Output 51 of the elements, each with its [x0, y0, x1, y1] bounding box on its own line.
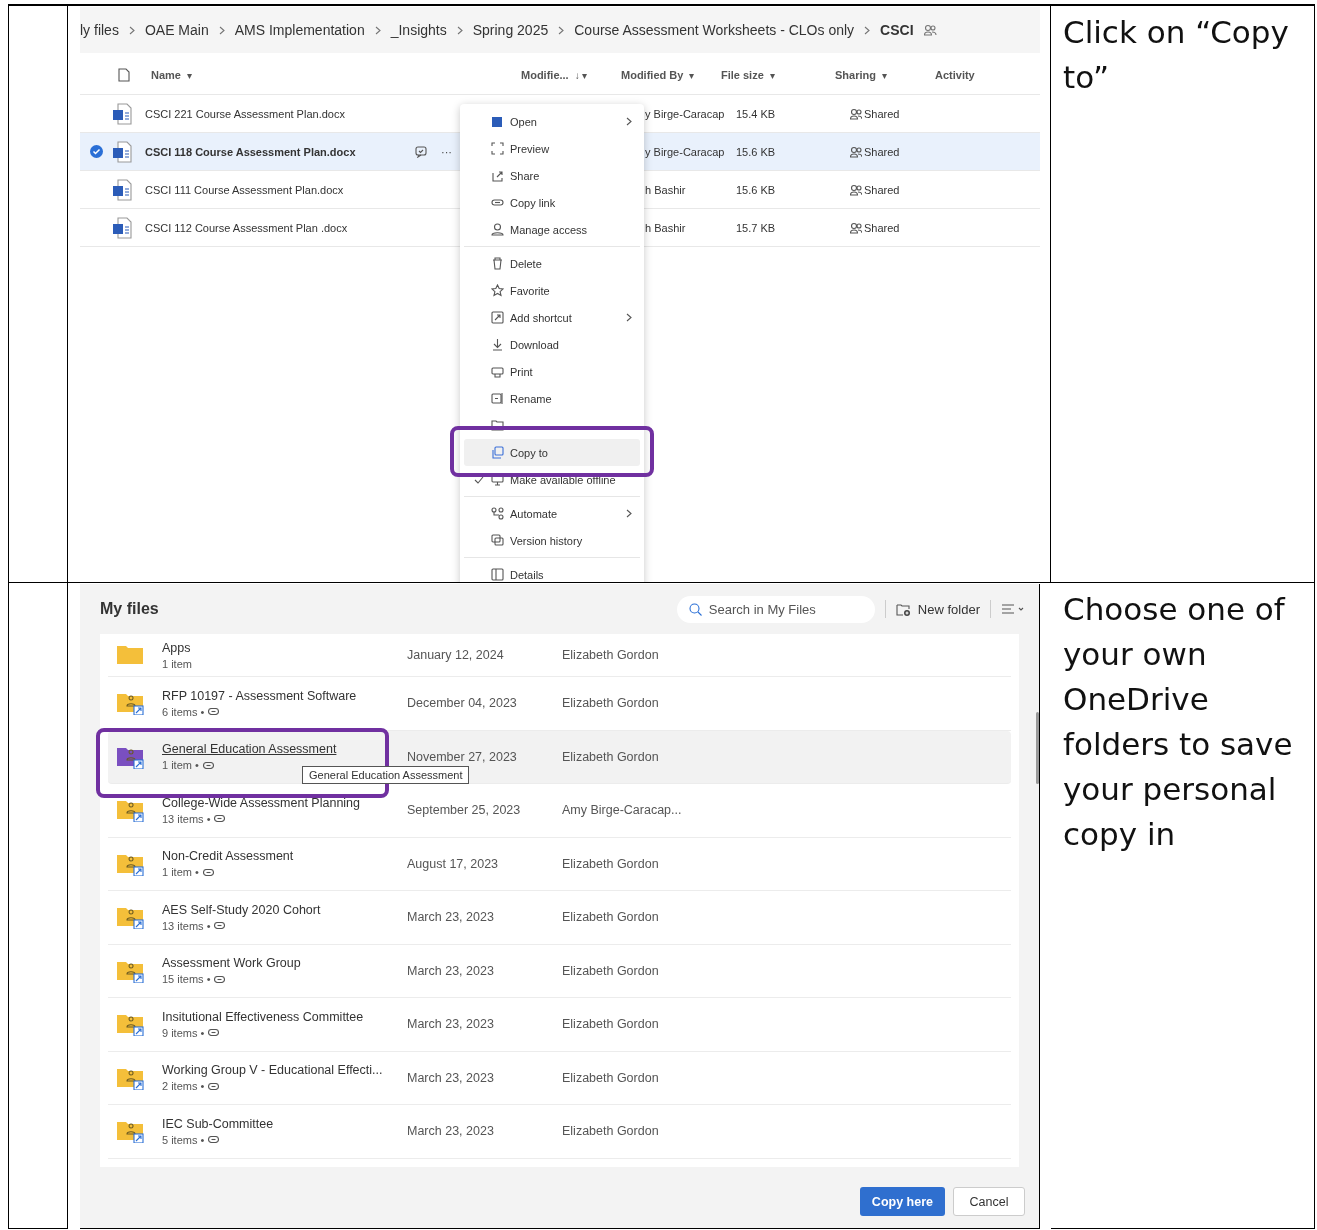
table-cell-text: 15.4 KB	[736, 107, 777, 120]
sharing-status: Shared	[864, 183, 900, 196]
item-count: 13 items •	[162, 812, 211, 825]
table-cell-text: December 04, 2023	[407, 696, 518, 711]
table-cell-text: January 12, 2024	[407, 648, 505, 662]
table-cell-text: h Bashir	[645, 221, 687, 234]
table-cell-text: March 23, 2023	[407, 1070, 495, 1085]
instruction-text: Choose one of your own OneDrive folders to save your personal copy in	[1063, 590, 1294, 854]
item-count: 2 items •	[162, 1080, 205, 1093]
table-cell: Elizabeth Gordon	[562, 696, 659, 711]
table-cell-text: 15.6 KB	[736, 183, 777, 196]
sharing-status: Shared	[864, 221, 900, 234]
table-cell: Elizabeth Gordon	[562, 1017, 659, 1032]
table-cell-text: y Birge-Caracap	[645, 107, 726, 120]
item-count: 5 items •	[162, 1133, 205, 1146]
table-cell: Elizabeth Gordon	[562, 963, 659, 978]
table-cell-text: 15.6 KB	[736, 145, 777, 158]
table-cell-text: September 25, 2023	[407, 803, 522, 818]
table-cell-text: March 23, 2023	[407, 963, 495, 978]
table-cell: Elizabeth Gordon	[562, 910, 659, 925]
table-cell: Elizabeth Gordon	[562, 648, 659, 662]
table-cell-text: August 17, 2023	[407, 856, 500, 871]
item-count: 1 item	[162, 657, 192, 670]
table-cell-text: March 23, 2023	[407, 1124, 495, 1139]
table-cell: Amy Birge-Caracap...	[562, 803, 682, 818]
table-cell-text: h Bashir	[645, 183, 687, 196]
item-count: 15 items •	[162, 973, 211, 986]
table-cell: Elizabeth Gordon	[562, 749, 659, 764]
item-count: 1 item •	[162, 759, 199, 772]
sort-indicator: ▾	[769, 69, 775, 81]
table-cell-text: March 23, 2023	[407, 1017, 495, 1032]
table-cell-text: y Birge-Caracap	[645, 145, 726, 158]
sharing-status: Shared	[864, 107, 900, 120]
sort-indicator: ▾	[881, 69, 887, 81]
item-count: 13 items •	[162, 919, 211, 932]
table-cell: Elizabeth Gordon	[562, 1070, 659, 1085]
item-count: 6 items •	[162, 705, 205, 718]
item-count: 1 item •	[162, 866, 199, 879]
table-cell-text: March 23, 2023	[407, 910, 495, 925]
sort-indicator: ↓ ▾	[574, 69, 588, 81]
instruction-text: Click on “Copy to”	[1063, 13, 1290, 97]
sort-indicator: ▾	[689, 69, 695, 81]
sort-indicator: ▾	[186, 69, 192, 81]
table-cell: Elizabeth Gordon	[562, 856, 659, 871]
table-cell-text: November 27, 2023	[407, 749, 518, 764]
table-cell: Elizabeth Gordon	[562, 1124, 659, 1139]
tooltip: General Education Assessment	[302, 765, 470, 784]
item-count: 9 items •	[162, 1026, 205, 1039]
table-cell-text: 15.7 KB	[736, 221, 777, 234]
sharing-status: Shared	[864, 145, 900, 158]
dialog-title: My files	[100, 600, 160, 618]
